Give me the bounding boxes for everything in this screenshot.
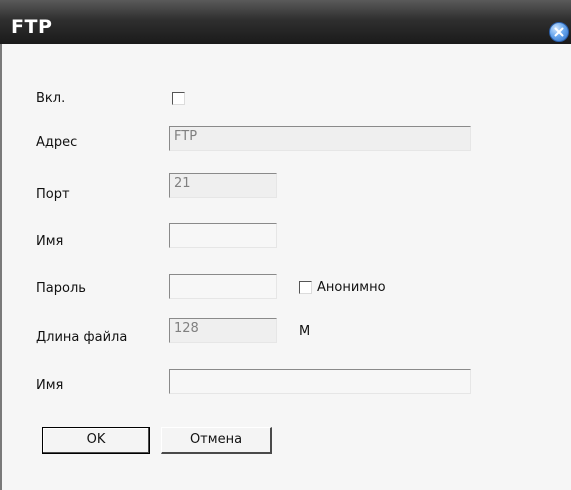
ftp-dialog: FTP Вкл. Адрес FTP Порт 21 Имя Пароль Ан…: [0, 0, 571, 490]
username-field[interactable]: [169, 223, 277, 248]
anonymous-checkbox[interactable]: [299, 281, 312, 294]
port-label: Порт: [36, 187, 70, 202]
dialog-title: FTP: [11, 16, 53, 38]
port-field[interactable]: 21: [169, 173, 277, 198]
address-field[interactable]: FTP: [169, 126, 471, 151]
enable-label: Вкл.: [36, 91, 66, 106]
file-length-unit: M: [299, 324, 311, 339]
anonymous-label: Анонимно: [317, 280, 386, 295]
dir-name-label: Имя: [36, 378, 64, 393]
password-label: Пароль: [36, 281, 86, 296]
title-bar[interactable]: FTP: [0, 0, 571, 44]
enable-checkbox[interactable]: [172, 92, 185, 105]
cancel-button[interactable]: Отмена: [161, 427, 272, 454]
password-field[interactable]: [169, 274, 277, 299]
file-length-label: Длина файла: [36, 330, 128, 345]
dialog-body: Вкл. Адрес FTP Порт 21 Имя Пароль Аноним…: [0, 44, 571, 490]
dir-name-field[interactable]: [169, 369, 471, 394]
close-icon[interactable]: [549, 22, 569, 42]
file-length-field[interactable]: 128: [169, 318, 277, 343]
ok-button[interactable]: OK: [42, 427, 150, 454]
address-label: Адрес: [36, 135, 78, 150]
username-label: Имя: [36, 234, 64, 249]
